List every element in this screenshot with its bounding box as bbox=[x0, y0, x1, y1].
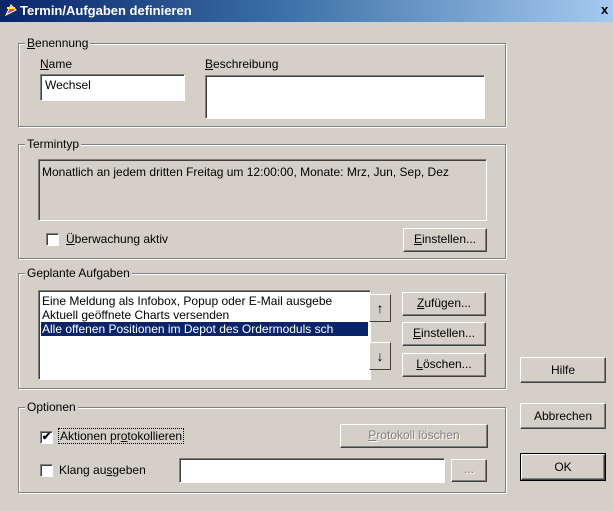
cancel-button[interactable]: Abbrechen bbox=[520, 403, 606, 429]
termintyp-legend: Termintyp bbox=[25, 137, 82, 151]
name-input-value: Wechsel bbox=[45, 78, 91, 92]
arrow-up-icon: ↑ bbox=[376, 300, 384, 316]
monitor-checkbox[interactable] bbox=[46, 233, 59, 246]
log-actions-label: Aktionen protokollieren bbox=[57, 428, 185, 444]
benennung-legend: Benennung bbox=[25, 36, 91, 50]
help-button[interactable]: Hilfe bbox=[520, 357, 606, 383]
name-label: Name bbox=[40, 57, 73, 71]
checkmark-icon: ✔ bbox=[41, 431, 52, 443]
arrow-down-icon: ↓ bbox=[376, 348, 384, 364]
sound-label: Klang ausgeben bbox=[59, 463, 146, 477]
schedule-description: Monatlich an jedem dritten Freitag um 12… bbox=[42, 165, 449, 179]
log-actions-checkbox[interactable]: ✔ bbox=[40, 431, 53, 444]
add-task-button[interactable]: Zufügen... bbox=[402, 292, 486, 316]
name-input[interactable]: Wechsel bbox=[40, 74, 185, 101]
description-input[interactable] bbox=[205, 75, 485, 119]
move-down-button[interactable]: ↓ bbox=[369, 342, 391, 370]
schedule-settings-button[interactable]: Einstellen... bbox=[403, 228, 487, 252]
task-list-item-selected[interactable]: Alle offenen Positionen im Depot des Ord… bbox=[41, 322, 368, 336]
tasks-legend: Geplante Aufgaben bbox=[25, 266, 132, 280]
ok-button[interactable]: OK bbox=[520, 453, 606, 481]
options-legend: Optionen bbox=[25, 400, 78, 414]
task-list-item[interactable]: Aktuell geöffnete Charts versenden bbox=[41, 308, 229, 322]
schedule-description-box: Monatlich an jedem dritten Freitag um 12… bbox=[38, 159, 487, 221]
close-icon[interactable]: x bbox=[601, 2, 613, 18]
description-label: Beschreibung bbox=[205, 57, 279, 71]
task-list-item[interactable]: Eine Meldung als Infobox, Popup oder E-M… bbox=[41, 294, 332, 308]
task-list[interactable]: Eine Meldung als Infobox, Popup oder E-M… bbox=[38, 290, 371, 380]
title-bar[interactable]: Termin/Aufgaben definieren x bbox=[0, 0, 613, 22]
move-up-button[interactable]: ↑ bbox=[369, 294, 391, 322]
clear-log-button[interactable]: Protokoll löschen bbox=[340, 424, 488, 448]
sound-checkbox[interactable] bbox=[40, 464, 53, 477]
browse-sound-button[interactable]: ... bbox=[451, 459, 487, 482]
app-icon bbox=[4, 3, 18, 17]
sound-file-input[interactable] bbox=[179, 458, 445, 483]
window-title: Termin/Aufgaben definieren bbox=[20, 3, 192, 18]
monitor-label: Überwachung aktiv bbox=[66, 232, 169, 246]
edit-task-button[interactable]: Einstellen... bbox=[402, 322, 486, 346]
delete-task-button[interactable]: Löschen... bbox=[402, 353, 486, 377]
